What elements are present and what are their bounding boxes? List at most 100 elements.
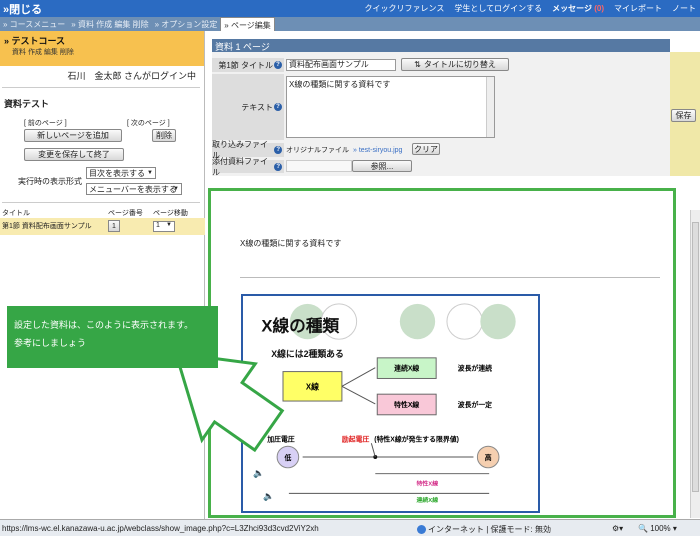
globe-icon	[417, 525, 426, 534]
excitation-note: (特性X線が発生する限界値)	[374, 434, 459, 443]
characteristic-label: 特性X線	[394, 400, 419, 409]
file-link[interactable]: » test-siryou.jpg	[353, 147, 402, 154]
settings-icon[interactable]: ⚙▾	[612, 524, 623, 533]
page-number-button[interactable]: 1	[108, 220, 120, 232]
voltage-label: 加圧電圧	[266, 434, 295, 443]
course-subtitle: 資料 作成 編集 削除	[12, 49, 74, 56]
zoom-icon: 🔍	[638, 524, 648, 533]
excitation-pointer	[370, 443, 376, 458]
xray-label: X線	[306, 381, 319, 391]
text-label-text: テキスト	[241, 102, 273, 112]
speaker-icon[interactable]: 🔈	[263, 491, 274, 502]
table-row[interactable]: 第1節 資料配布画面サンプル 1 1 ▼	[0, 218, 205, 235]
messages-label: メッセージ	[552, 4, 592, 13]
title-input[interactable]: 資料配布画面サンプル	[286, 59, 396, 71]
status-url: https://lms-wc.el.kanazawa-u.ac.jp/webcl…	[2, 523, 319, 533]
arrow-continuous	[341, 367, 376, 387]
preview-divider	[240, 277, 660, 278]
editor-header: 資料 1 ページ	[212, 39, 670, 52]
slide-image: X線の種類 X線には2種類ある X線 連続X線 波長が連続 特性X線 波長が一定…	[241, 294, 540, 513]
chevron-down-icon: ▼	[173, 186, 179, 192]
save-and-finish-button[interactable]: 変更を保存して終了	[24, 148, 124, 161]
help-icon[interactable]: ?	[274, 146, 282, 154]
display-format-label: 実行時の表示形式	[18, 177, 82, 186]
page-move-value: 1	[156, 222, 160, 229]
attach-label-text: 添付資料ファイル	[212, 156, 268, 177]
my-report-link[interactable]: マイレポート	[614, 3, 662, 14]
add-page-button[interactable]: 新しいページを追加	[24, 129, 122, 142]
zone-text: インターネット | 保護モード: 無効	[428, 525, 551, 534]
zoom-level: 100%	[650, 524, 671, 533]
scrollbar-thumb[interactable]	[692, 222, 699, 492]
slide-subtitle: X線には2種類ある	[271, 348, 344, 359]
course-box: » テストコース 資料 作成 編集 削除	[0, 31, 204, 66]
login-status: 石川 金太郎 さんがログイン中	[67, 71, 196, 81]
tab-options[interactable]: » オプション設定	[152, 17, 221, 31]
low-label: 低	[283, 453, 291, 462]
note-link[interactable]: ノート	[672, 3, 696, 14]
continuous-range-label: 連続X線	[417, 496, 439, 504]
page-move-select[interactable]: 1 ▼	[153, 221, 175, 232]
text-area-value: X線の種類に関する資料です	[289, 80, 391, 89]
help-icon[interactable]: ?	[274, 103, 282, 111]
menubar-select-value: メニューバーを表示する	[89, 184, 177, 194]
top-right-menu: クイックリファレンス 学生としてログインする メッセージ (0) マイレポート …	[365, 3, 696, 14]
continuous-desc: 波長が連続	[458, 364, 492, 373]
toc-select-value: 目次を表示する	[89, 168, 145, 178]
column-title: タイトル	[2, 210, 30, 217]
switch-title-button[interactable]: ⇅ タイトルに切り替え	[401, 58, 509, 71]
preview-scrollbar[interactable]	[690, 210, 700, 518]
characteristic-range-label: 特性X線	[417, 479, 439, 487]
column-page-number: ページ番号	[108, 210, 143, 217]
close-link[interactable]: »閉じる	[3, 1, 42, 17]
title-label: 第1節 タイトル?	[212, 58, 284, 72]
quick-reference-link[interactable]: クイックリファレンス	[365, 3, 445, 14]
decor-circle	[480, 303, 516, 340]
clear-button[interactable]: クリア	[412, 143, 440, 155]
student-login-link[interactable]: 学生としてログインする	[454, 3, 542, 14]
help-icon[interactable]: ?	[274, 162, 282, 171]
preview-text: X線の種類に関する資料です	[240, 239, 342, 248]
text-label: テキスト?	[212, 74, 284, 140]
menubar-select[interactable]: メニューバーを表示する ▼	[86, 183, 182, 195]
page-table-header: タイトル ページ番号 ページ移動	[0, 208, 205, 218]
title-label-text: 第1節 タイトル	[218, 60, 273, 70]
prev-page-label: [ 前のページ ]	[24, 120, 67, 127]
zoom-control[interactable]: 🔍 100% ▾	[638, 524, 677, 533]
messages-link[interactable]: メッセージ (0)	[552, 3, 604, 14]
next-page-label: [ 次のページ ]	[127, 120, 170, 127]
tab-material-edit[interactable]: » 資料 作成 編集 削除	[68, 17, 151, 31]
divider	[2, 202, 200, 203]
excitation-label: 励起電圧	[342, 434, 370, 443]
callout-line-1: 設定した資料は、このように表示されます。	[14, 320, 194, 330]
row-title[interactable]: 第1節 資料配布画面サンプル	[2, 221, 92, 231]
message-count: (0)	[594, 4, 604, 13]
characteristic-desc: 波長が一定	[458, 400, 492, 409]
tab-page-edit[interactable]: » ページ編集	[220, 17, 275, 31]
divider	[2, 87, 200, 88]
import-file-area: オリジナルファイル » test-siryou.jpg	[286, 143, 402, 157]
top-bar: »閉じる クイックリファレンス 学生としてログインする メッセージ (0) マイ…	[0, 0, 700, 17]
speaker-icon[interactable]: 🔈	[253, 468, 264, 479]
browse-button[interactable]: 参照...	[352, 160, 412, 172]
help-icon[interactable]: ?	[274, 61, 282, 69]
attach-file-label: 添付資料ファイル?	[212, 157, 284, 177]
chevron-down-icon: ▼	[147, 170, 153, 176]
course-title: » テストコース	[4, 36, 66, 46]
tab-course-menu[interactable]: » コースメニュー	[0, 17, 68, 31]
delete-button[interactable]: 削除	[152, 129, 176, 142]
text-scrollbar[interactable]	[486, 77, 494, 137]
text-area[interactable]: X線の種類に関する資料です	[286, 76, 495, 138]
attach-file-input[interactable]	[286, 160, 352, 172]
arrow-characteristic	[341, 385, 376, 405]
toc-select[interactable]: 目次を表示する ▼	[86, 167, 156, 179]
switch-icon: ⇅	[414, 60, 421, 69]
callout-box: 設定した資料は、このように表示されます。 参考にしましょう	[7, 306, 218, 368]
column-page-move: ページ移動	[153, 210, 188, 217]
slide-diagram: X線の種類 X線には2種類ある X線 連続X線 波長が連続 特性X線 波長が一定…	[261, 303, 516, 504]
tab-bar: » コースメニュー » 資料 作成 編集 削除 » オプション設定 » ページ編…	[0, 17, 700, 31]
decor-circle	[399, 303, 436, 340]
security-zone[interactable]: インターネット | 保護モード: 無効	[417, 524, 551, 535]
high-label: 高	[485, 453, 492, 462]
save-button[interactable]: 保存	[671, 109, 696, 122]
